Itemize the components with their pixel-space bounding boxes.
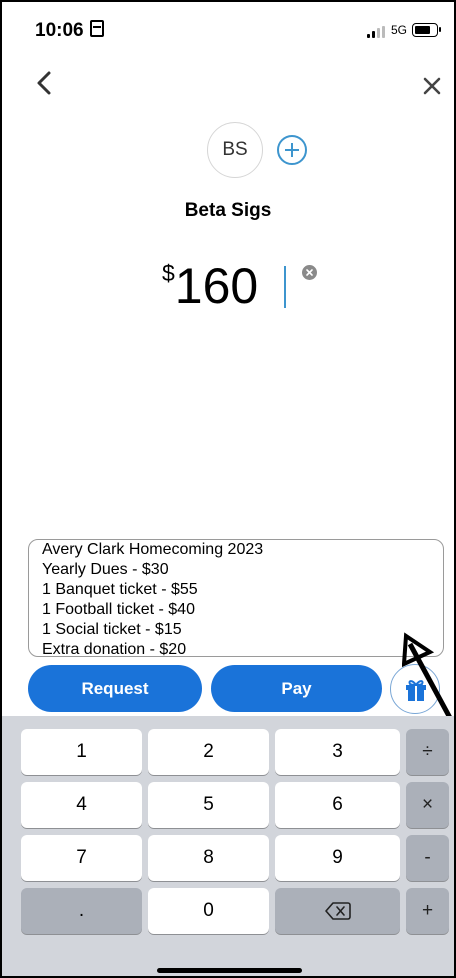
close-icon: [423, 77, 441, 95]
id-card-icon: [89, 20, 104, 37]
text-caret: [284, 266, 286, 308]
backspace-icon: [324, 902, 351, 920]
chevron-left-icon: [37, 71, 51, 95]
note-textarea[interactable]: Avery Clark Homecoming 2023 Yearly Dues …: [28, 539, 444, 657]
status-bar: 10:06 5G: [2, 2, 454, 62]
key-multiply[interactable]: ×: [406, 782, 449, 828]
key-8[interactable]: 8: [148, 835, 269, 881]
note-line: 1 Football ticket - $40: [42, 601, 195, 618]
request-button[interactable]: Request: [28, 665, 202, 712]
gift-icon: [406, 680, 426, 701]
key-plus[interactable]: +: [406, 888, 449, 934]
amount-value: 160: [174, 258, 259, 314]
back-button[interactable]: [30, 68, 60, 98]
key-3[interactable]: 3: [275, 729, 400, 775]
clear-amount-button[interactable]: [302, 265, 317, 280]
status-time: 10:06: [35, 20, 104, 42]
key-6[interactable]: 6: [275, 782, 400, 828]
recipient-name: Beta Sigs: [184, 200, 272, 221]
amount-display[interactable]: $160: [162, 256, 258, 316]
add-recipient-button[interactable]: [277, 135, 307, 165]
key-5[interactable]: 5: [148, 782, 269, 828]
pay-button[interactable]: Pay: [211, 665, 382, 712]
key-minus[interactable]: -: [406, 835, 449, 881]
key-divide[interactable]: ÷: [406, 729, 449, 775]
key-0[interactable]: 0: [148, 888, 269, 934]
currency-symbol: $: [162, 260, 175, 286]
payment-screen: 10:06 5G BS Beta Sigs $160 Avery Clark H…: [0, 0, 456, 978]
note-line: Avery Clark Homecoming 2023: [42, 541, 264, 558]
key-backspace[interactable]: [275, 888, 400, 934]
close-button[interactable]: [417, 71, 447, 101]
key-2[interactable]: 2: [148, 729, 269, 775]
key-9[interactable]: 9: [275, 835, 400, 881]
key-7[interactable]: 7: [21, 835, 142, 881]
battery-icon: [412, 23, 441, 37]
note-line: 1 Social ticket - $15: [42, 621, 182, 638]
note-line: Yearly Dues - $30: [42, 561, 169, 578]
note-line: Extra donation - $20: [42, 641, 187, 657]
numeric-keyboard: 1 2 3 ÷ 4 5 6 × 7 8 9 - . 0 +: [2, 716, 454, 976]
status-time-text: 10:06: [35, 20, 84, 41]
key-1[interactable]: 1: [21, 729, 142, 775]
home-indicator[interactable]: [157, 968, 302, 973]
key-decimal[interactable]: .: [21, 888, 142, 934]
key-4[interactable]: 4: [21, 782, 142, 828]
signal-icon: [367, 26, 387, 38]
clear-icon: [306, 269, 313, 276]
gift-button[interactable]: [390, 664, 440, 714]
network-label: 5G: [391, 23, 408, 37]
note-line: 1 Banquet ticket - $55: [42, 581, 198, 598]
recipient-avatar[interactable]: BS: [207, 122, 263, 178]
